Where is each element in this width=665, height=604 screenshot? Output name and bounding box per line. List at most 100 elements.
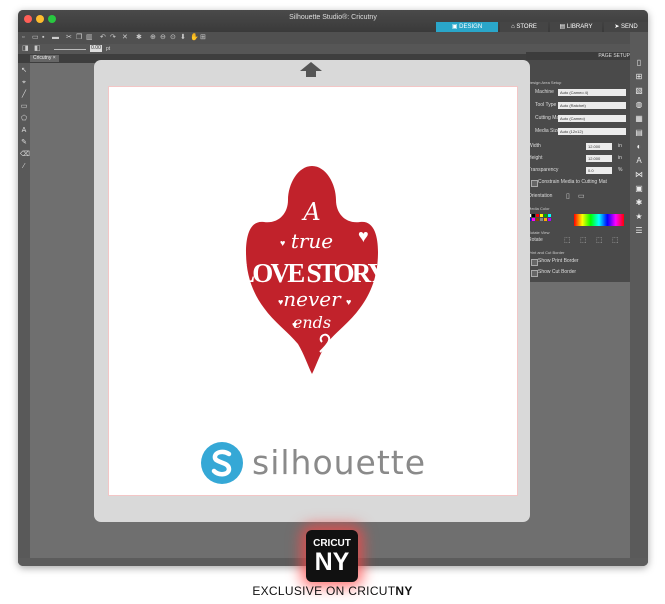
machine-select[interactable]: Auto (Cameo 4) — [558, 89, 626, 96]
show-print-border-checkbox[interactable] — [531, 259, 538, 266]
text-tool-icon[interactable]: A — [20, 127, 28, 135]
tab-send[interactable]: ➤ SEND — [604, 22, 648, 32]
send-icon-right[interactable]: ⊞ — [634, 72, 644, 82]
redo-icon[interactable]: ↷ — [110, 34, 117, 41]
height-field[interactable]: 12.000 — [586, 155, 612, 162]
color-swatch[interactable] — [532, 218, 535, 221]
rotate-label: Rotate — [528, 237, 543, 243]
rectangle-tool-icon[interactable]: ▭ — [20, 103, 28, 111]
title-bar: Silhouette Studio®: Cricutny ▣ DESIGN ⌂ … — [18, 10, 648, 32]
select-tool-icon[interactable]: ↖ — [20, 67, 28, 75]
show-cut-border-row: Show Cut Border — [528, 268, 628, 277]
delete-icon[interactable]: ✕ — [122, 34, 129, 41]
design-store-icon[interactable]: ▧ — [634, 86, 644, 96]
settings-icon[interactable]: ✱ — [136, 34, 143, 41]
color-swatch[interactable] — [544, 218, 547, 221]
rotate-90-icon[interactable]: ⬚ — [580, 236, 587, 245]
color-icon[interactable]: ◍ — [634, 100, 644, 110]
new-document-icon[interactable]: ▫ — [22, 34, 29, 41]
print-icon[interactable]: ▬ — [52, 34, 59, 41]
tab-design[interactable]: ▣ DESIGN — [436, 22, 498, 32]
zoom-fit-icon[interactable]: ⊙ — [170, 34, 177, 41]
rotate-row: Rotate ⬚ ⬚ ⬚ ⬚ — [528, 236, 628, 245]
trace-icon[interactable]: ★ — [634, 212, 644, 222]
layers-icon[interactable]: ☰ — [634, 226, 644, 236]
transparency-label: Transparency — [528, 167, 559, 173]
zoom-value-field[interactable]: 0.00 — [90, 45, 102, 52]
cutting-mat-select[interactable]: Auto (Cameo) — [558, 115, 626, 122]
tool-type-label: Tool Type — [535, 102, 557, 108]
line-color-icon[interactable]: ◨ — [22, 45, 29, 52]
transparency-field[interactable]: 0.0 — [586, 167, 612, 174]
zoom-out-icon[interactable]: ⊖ — [160, 34, 167, 41]
machine-row: Machine Auto (Cameo 4) — [528, 88, 628, 97]
pan-icon[interactable]: ✋ — [190, 34, 199, 41]
eraser-tool-icon[interactable]: ⌫ — [20, 151, 30, 159]
page-setup-icon[interactable]: ▯ — [634, 58, 644, 68]
main-toolbar: ▫ ▭ ▪ ▬ ✂ ❐ ▥ ↶ ↷ ✕ ✱ ⊕ ⊖ ⊙ ⬇ ✋ ⊞ — [18, 32, 648, 44]
love-story-artwork[interactable]: A true LOVE STORY never ends ♥ ♥ ♥ ♥ ♥ ♥ — [228, 162, 396, 377]
color-swatch[interactable] — [540, 214, 543, 217]
save-icon[interactable]: ▪ — [42, 34, 49, 41]
constrain-checkbox[interactable] — [531, 180, 538, 187]
line-tool-icon[interactable]: ╱ — [20, 91, 28, 99]
paste-icon[interactable]: ▥ — [86, 34, 93, 41]
color-spectrum[interactable] — [574, 214, 624, 226]
copy-icon[interactable]: ❐ — [76, 34, 83, 41]
polygon-tool-icon[interactable]: ⬠ — [20, 115, 28, 123]
point-edit-tool-icon[interactable]: ⌖ — [20, 79, 28, 87]
width-field[interactable]: 12.000 — [586, 143, 612, 150]
cutting-mat-row: Cutting Mat Auto (Cameo) — [528, 114, 628, 123]
color-swatch[interactable] — [548, 218, 551, 221]
media-color-swatches[interactable] — [528, 214, 572, 226]
tool-type-select[interactable]: Auto (Ratchet) — [558, 102, 626, 109]
cut-icon[interactable]: ✂ — [66, 34, 73, 41]
document-tab[interactable]: Cricutny × — [30, 55, 59, 62]
color-swatch[interactable] — [544, 214, 547, 217]
zoom-in-icon[interactable]: ⊕ — [150, 34, 157, 41]
machine-label: Machine — [535, 89, 554, 95]
color-swatch[interactable] — [536, 214, 539, 217]
tab-store[interactable]: ⌂ STORE — [500, 22, 548, 32]
modify-icon[interactable]: ▣ — [634, 184, 644, 194]
cutting-mat-label: Cutting Mat — [535, 115, 561, 121]
open-icon[interactable]: ▭ — [32, 34, 39, 41]
replicate-icon[interactable]: ⋈ — [634, 170, 644, 180]
rotate-270-icon[interactable]: ⬚ — [612, 236, 619, 245]
close-tab-icon[interactable]: × — [53, 55, 56, 61]
badge-bottom-text: NY — [314, 548, 350, 576]
knife-tool-icon[interactable]: ⁄ — [20, 163, 28, 171]
tab-send-label: SEND — [621, 24, 638, 30]
small-heart-icon-bottom: ♥ — [292, 320, 297, 330]
rotate-0-icon[interactable]: ⬚ — [564, 236, 571, 245]
tab-library[interactable]: ▤ LIBRARY — [550, 22, 602, 32]
silhouette-logo-icon — [201, 442, 243, 484]
fill-color-icon[interactable]: ◧ — [34, 45, 41, 52]
show-cut-border-checkbox[interactable] — [531, 270, 538, 277]
window-title: Silhouette Studio®: Cricutny — [289, 14, 377, 21]
left-tool-palette: ↖ ⌖ ╱ ▭ ⬠ A ✎ ⌫ ⁄ — [18, 63, 30, 566]
artwork-line-a: A — [301, 198, 320, 226]
offset-icon[interactable]: ✱ — [634, 198, 644, 208]
undo-icon[interactable]: ↶ — [100, 34, 107, 41]
color-swatch[interactable] — [532, 214, 535, 217]
panel-title: PAGE SETUP — [526, 52, 630, 60]
move-down-icon[interactable]: ⬇ — [180, 34, 187, 41]
portrait-icon[interactable]: ▯ — [566, 192, 570, 201]
text-style-icon[interactable]: A — [634, 156, 644, 166]
line-weight-slider[interactable] — [54, 49, 86, 50]
draw-tool-icon[interactable]: ✎ — [20, 139, 28, 147]
artwork-line-love-story: LOVE STORY — [237, 258, 387, 288]
color-swatch[interactable] — [536, 218, 539, 221]
color-swatch[interactable] — [548, 214, 551, 217]
gradient-icon[interactable]: ◐ — [634, 142, 644, 152]
page-setup-panel: PAGE SETUP Design Area Setup Machine Aut… — [526, 52, 630, 282]
fill-icon[interactable]: ▤ — [634, 128, 644, 138]
grid-icon[interactable]: ⊞ — [200, 34, 207, 41]
media-size-select[interactable]: Auto (12x12) — [558, 128, 626, 135]
landscape-icon[interactable]: ▭ — [578, 192, 585, 201]
rotate-180-icon[interactable]: ⬚ — [596, 236, 603, 245]
height-row: Height 12.000 in — [528, 154, 628, 163]
line-style-icon[interactable]: ▦ — [634, 114, 644, 124]
color-swatch[interactable] — [540, 218, 543, 221]
